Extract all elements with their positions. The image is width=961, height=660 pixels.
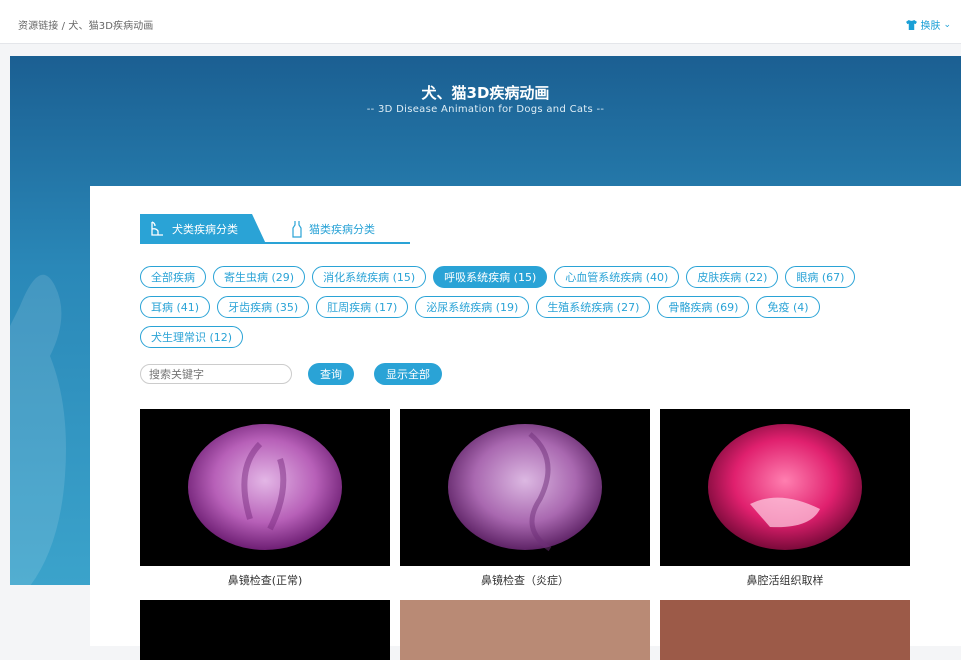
category-skeletal[interactable]: 骨骼疾病 (69) [657,296,750,318]
hero-banner: 犬、猫3D疾病动画 -- 3D Disease Animation for Do… [10,56,961,660]
category-perianal[interactable]: 肛周疾病 (17) [316,296,409,318]
category-ear[interactable]: 耳病 (41) [140,296,211,318]
category-immune[interactable]: 免疫 (4) [756,296,820,318]
category-all[interactable]: 全部疾病 [140,266,206,288]
category-respiratory[interactable]: 呼吸系统疾病 (15) [433,266,548,288]
top-bar: 资源链接 / 犬、猫3D疾病动画 换肤 ⌄ [0,0,961,44]
tab-dog-label: 犬类疾病分类 [172,223,238,236]
search-row: 查询 显示全部 [140,363,442,385]
search-input[interactable] [140,364,292,384]
category-digestive[interactable]: 消化系统疾病 (15) [312,266,427,288]
shirt-icon [906,19,918,30]
breadcrumb: 资源链接 / 犬、猫3D疾病动画 [18,21,154,32]
query-button[interactable]: 查询 [308,363,354,385]
dog-icon [151,221,163,236]
video-caption[interactable]: 鼻腔活组织取样 [660,572,910,588]
tab-bar: 犬类疾病分类 猫类疾病分类 [140,214,410,244]
tab-cat[interactable]: 猫类疾病分类 [290,214,375,244]
dog-silhouette [10,274,66,586]
category-physiology[interactable]: 犬生理常识 (12) [140,326,244,348]
tab-cat-label: 猫类疾病分类 [309,223,375,236]
video-caption[interactable]: 鼻镜检查（炎症） [400,572,650,588]
category-urinary[interactable]: 泌尿系统疾病 (19) [415,296,530,318]
category-tags: 全部疾病 寄生虫病 (29) 消化系统疾病 (15) 呼吸系统疾病 (15) 心… [140,266,920,356]
category-cardiovascular[interactable]: 心血管系统疾病 (40) [554,266,680,288]
video-thumbnail[interactable] [140,409,390,566]
video-thumbnail[interactable] [400,600,650,660]
cat-icon [292,221,302,238]
skin-switch[interactable]: 换肤 ⌄ [906,17,951,32]
show-all-button[interactable]: 显示全部 [374,363,442,385]
skin-label: 换肤 [920,21,941,32]
video-thumbnail[interactable] [660,409,910,566]
category-eye[interactable]: 眼病 (67) [785,266,856,288]
video-thumbnail[interactable] [400,409,650,566]
video-thumbnail[interactable] [140,600,390,660]
page-title: 犬、猫3D疾病动画 [421,84,550,102]
category-teeth[interactable]: 牙齿疾病 (35) [217,296,310,318]
content-card: 犬类疾病分类 猫类疾病分类 全部疾病 寄生虫病 (29) 消化系统疾病 (15)… [90,186,961,660]
chevron-down-icon: ⌄ [943,19,951,30]
tab-dog[interactable]: 犬类疾病分类 [140,214,266,244]
category-parasite[interactable]: 寄生虫病 (29) [213,266,306,288]
category-reproductive[interactable]: 生殖系统疾病 (27) [536,296,651,318]
page-subtitle: -- 3D Disease Animation for Dogs and Cat… [366,104,605,115]
video-thumbnail[interactable] [660,600,910,660]
video-caption[interactable]: 鼻镜检查(正常) [140,572,390,588]
category-skin[interactable]: 皮肤疾病 (22) [686,266,779,288]
